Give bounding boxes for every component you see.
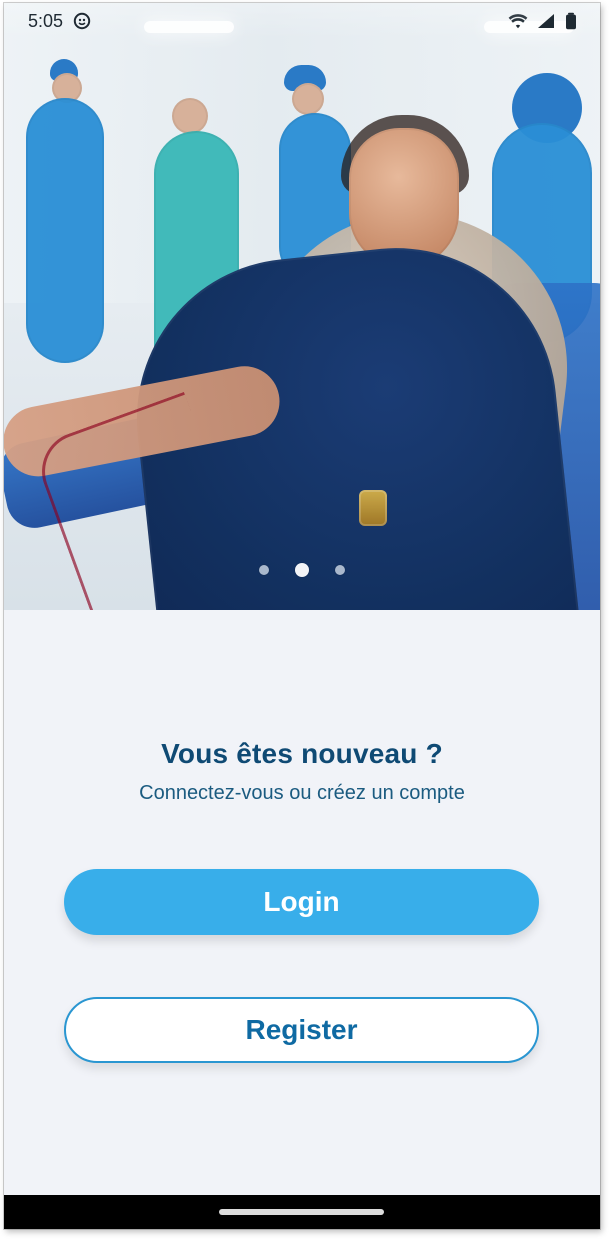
cellular-icon [536,12,554,30]
status-left: 5:05 [28,11,91,32]
status-time: 5:05 [28,10,64,31]
register-button[interactable]: Register [64,997,539,1063]
welcome-subtitle: Connectez-vous ou créez un compte [139,782,465,804]
carousel-dot[interactable] [259,565,269,575]
carousel-dot[interactable] [335,565,345,575]
carousel-indicator [4,563,600,577]
navigation-bar [4,1195,600,1229]
donor-face [349,128,459,268]
carousel-dot-active[interactable] [295,563,309,577]
welcome-title: Vous êtes nouveau ? [161,738,443,769]
status-right [508,12,582,30]
wifi-icon [508,12,528,30]
welcome-panel: Vous êtes nouveau ? Connectez-vous ou cr… [4,610,600,1195]
status-bar: 5:05 [4,3,600,39]
hero-image: 5:05 [4,3,600,610]
staff-head [292,83,324,115]
app-notification-icon [73,12,91,30]
gesture-handle[interactable] [219,1209,384,1215]
login-button[interactable]: Login [64,869,539,935]
phone-screen: 5:05 Vous êtes nouveau ? Connectez-vous … [4,3,600,1229]
watch [359,490,387,526]
staff-person [26,98,104,363]
battery-icon [564,12,582,30]
staff-head [172,98,208,134]
